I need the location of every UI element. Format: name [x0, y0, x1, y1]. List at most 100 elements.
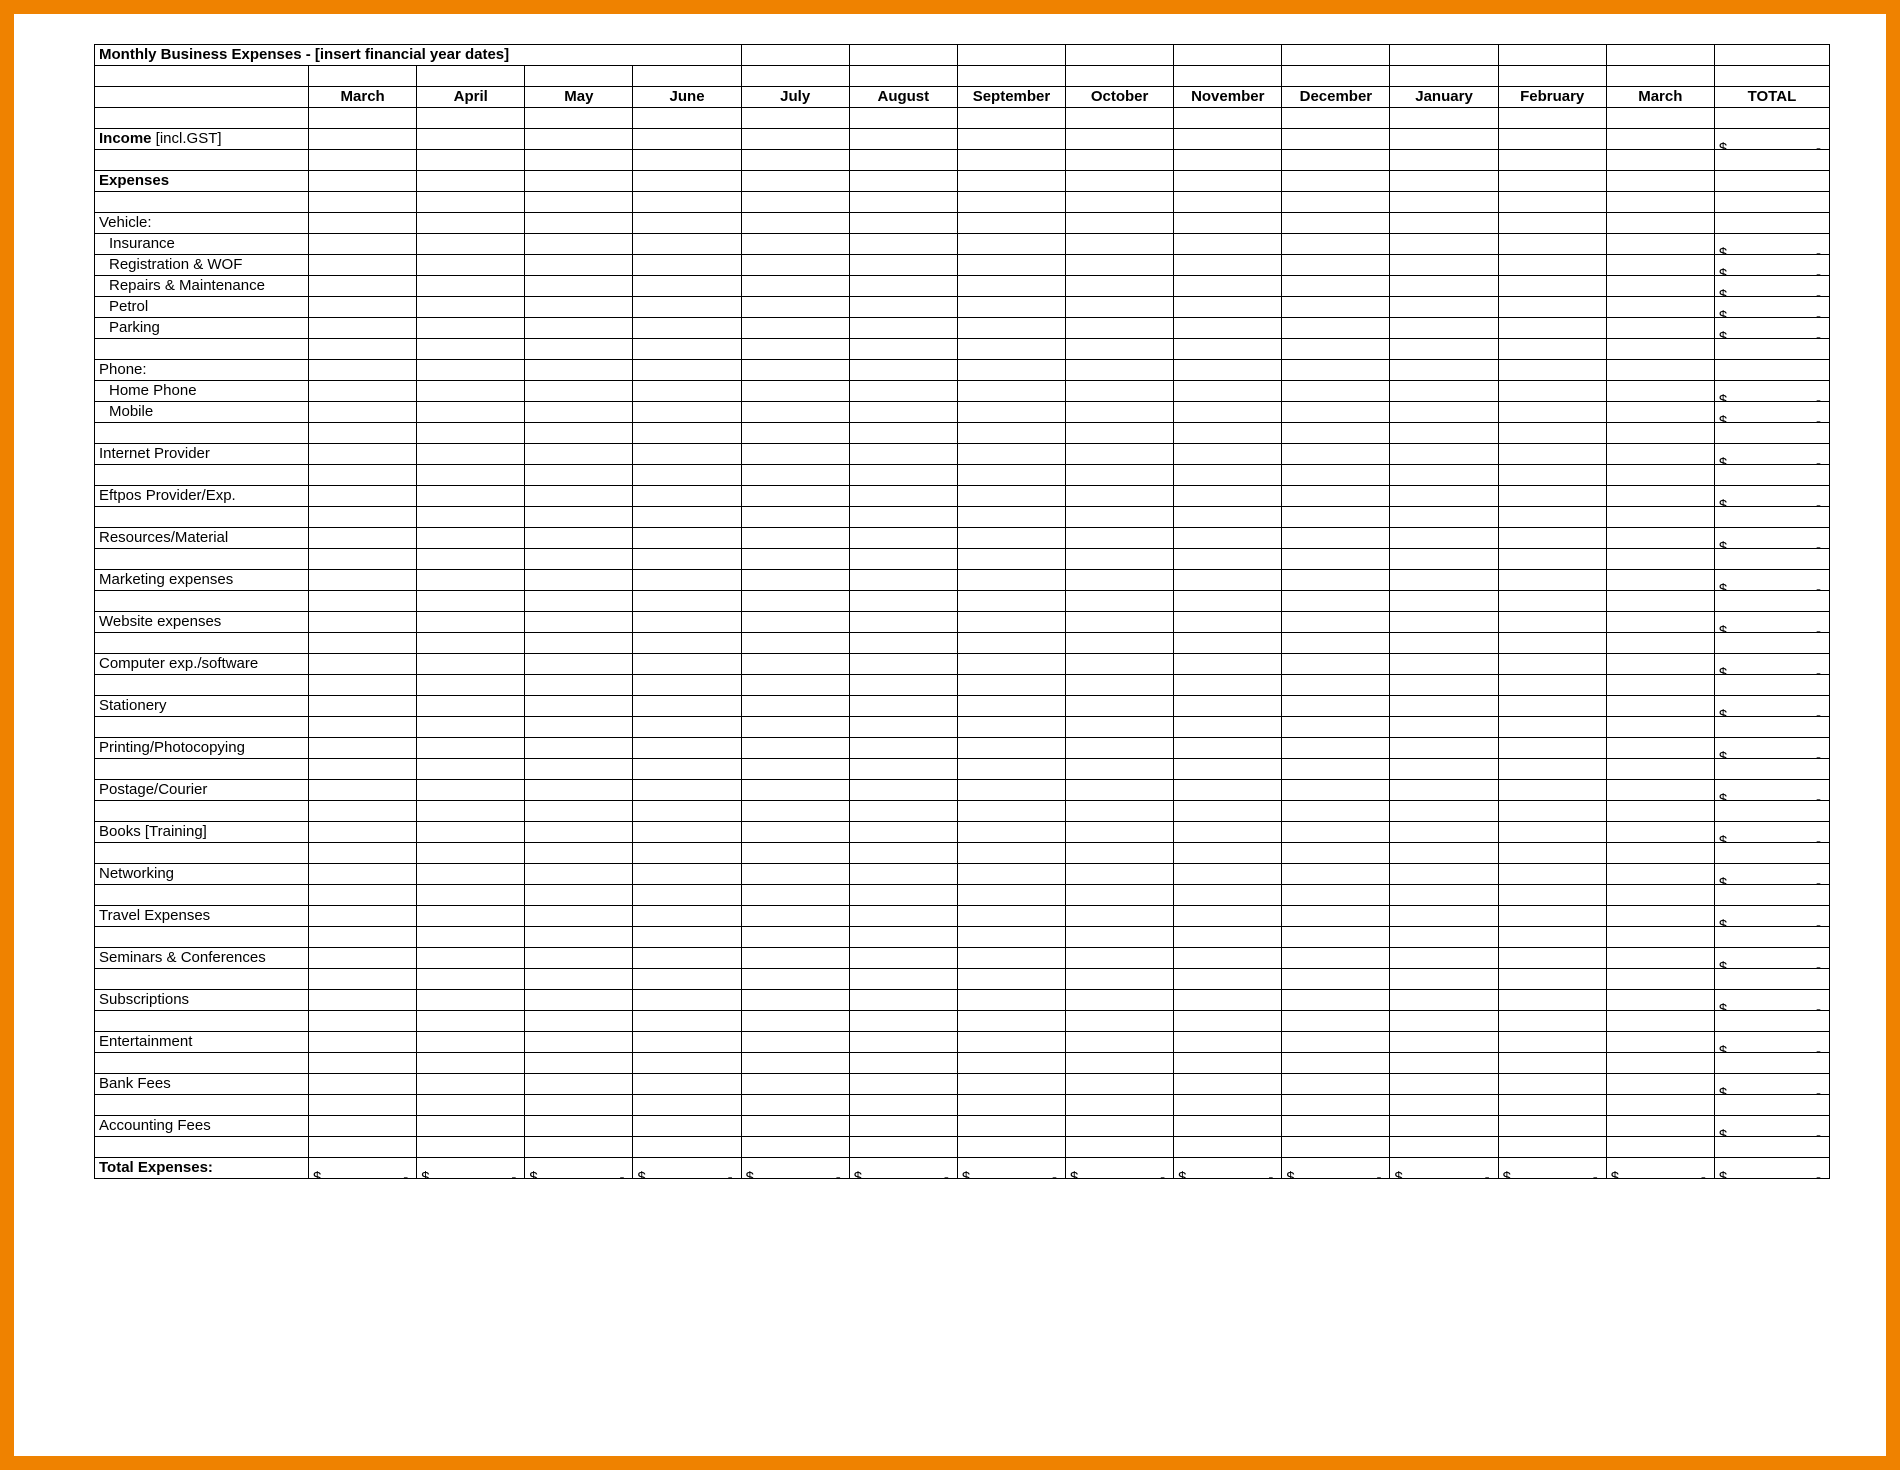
income-m4[interactable] — [741, 129, 849, 150]
line-1-m0[interactable] — [309, 486, 417, 507]
vehicle-0-m0[interactable] — [309, 234, 417, 255]
total-expenses-total[interactable]: $- — [1714, 1158, 1829, 1179]
line-7-m3[interactable] — [633, 738, 741, 759]
line-0-m10[interactable] — [1390, 444, 1498, 465]
vehicle-2-m12[interactable] — [1606, 276, 1714, 297]
line-8-m10[interactable] — [1390, 780, 1498, 801]
line-10-m4[interactable] — [741, 864, 849, 885]
line-8-m0[interactable] — [309, 780, 417, 801]
phone-0-m0[interactable] — [309, 381, 417, 402]
line-2-m12[interactable] — [1606, 528, 1714, 549]
expenses-header-m8[interactable] — [1174, 171, 1282, 192]
phone-0-m12[interactable] — [1606, 381, 1714, 402]
vehicle-1-m4[interactable] — [741, 255, 849, 276]
line-15-m3[interactable] — [633, 1074, 741, 1095]
phone-header-m11[interactable] — [1498, 360, 1606, 381]
vehicle-3-m5[interactable] — [849, 297, 957, 318]
vehicle-1-m8[interactable] — [1174, 255, 1282, 276]
vehicle-3-m10[interactable] — [1390, 297, 1498, 318]
expenses-header-m6[interactable] — [957, 171, 1065, 192]
line-4-m3[interactable] — [633, 612, 741, 633]
line-14-m8[interactable] — [1174, 1032, 1282, 1053]
vehicle-3-m12[interactable] — [1606, 297, 1714, 318]
vehicle-1-m5[interactable] — [849, 255, 957, 276]
line-15-m12[interactable] — [1606, 1074, 1714, 1095]
line-12-m12[interactable] — [1606, 948, 1714, 969]
line-13-m0[interactable] — [309, 990, 417, 1011]
line-11-m12[interactable] — [1606, 906, 1714, 927]
vehicle-2-m2[interactable] — [525, 276, 633, 297]
line-3-m8[interactable] — [1174, 570, 1282, 591]
total-expenses-m3[interactable]: $- — [633, 1158, 741, 1179]
line-12-m11[interactable] — [1498, 948, 1606, 969]
line-0-m7[interactable] — [1066, 444, 1174, 465]
vehicle-4-m10[interactable] — [1390, 318, 1498, 339]
line-7-m11[interactable] — [1498, 738, 1606, 759]
line-14-m12[interactable] — [1606, 1032, 1714, 1053]
vehicle-4-m2[interactable] — [525, 318, 633, 339]
line-2-m11[interactable] — [1498, 528, 1606, 549]
vehicle-2-m0[interactable] — [309, 276, 417, 297]
line-16-m5[interactable] — [849, 1116, 957, 1137]
line-16-m6[interactable] — [957, 1116, 1065, 1137]
line-4-m12[interactable] — [1606, 612, 1714, 633]
line-11-m3[interactable] — [633, 906, 741, 927]
phone-1-m8[interactable] — [1174, 402, 1282, 423]
line-10-m7[interactable] — [1066, 864, 1174, 885]
income-m1[interactable] — [417, 129, 525, 150]
line-3-m3[interactable] — [633, 570, 741, 591]
line-8-m3[interactable] — [633, 780, 741, 801]
line-7-m1[interactable] — [417, 738, 525, 759]
line-12-m9[interactable] — [1282, 948, 1390, 969]
line-16-m7[interactable] — [1066, 1116, 1174, 1137]
line-9-m3[interactable] — [633, 822, 741, 843]
line-8-m8[interactable] — [1174, 780, 1282, 801]
income-m3[interactable] — [633, 129, 741, 150]
line-3-m2[interactable] — [525, 570, 633, 591]
line-11-m9[interactable] — [1282, 906, 1390, 927]
vehicle-1-m12[interactable] — [1606, 255, 1714, 276]
vehicle-4-m12[interactable] — [1606, 318, 1714, 339]
phone-header-m9[interactable] — [1282, 360, 1390, 381]
income-m0[interactable] — [309, 129, 417, 150]
line-9-m6[interactable] — [957, 822, 1065, 843]
phone-0-m6[interactable] — [957, 381, 1065, 402]
vehicle-1-m7[interactable] — [1066, 255, 1174, 276]
line-2-m4[interactable] — [741, 528, 849, 549]
line-5-m1[interactable] — [417, 654, 525, 675]
line-0-m5[interactable] — [849, 444, 957, 465]
line-3-m6[interactable] — [957, 570, 1065, 591]
line-2-m2[interactable] — [525, 528, 633, 549]
line-1-m5[interactable] — [849, 486, 957, 507]
vehicle-0-m3[interactable] — [633, 234, 741, 255]
phone-header-m0[interactable] — [309, 360, 417, 381]
line-4-m6[interactable] — [957, 612, 1065, 633]
line-13-m6[interactable] — [957, 990, 1065, 1011]
line-7-m5[interactable] — [849, 738, 957, 759]
line-7-m7[interactable] — [1066, 738, 1174, 759]
phone-header-m5[interactable] — [849, 360, 957, 381]
vehicle-0-m12[interactable] — [1606, 234, 1714, 255]
line-14-total[interactable]: $- — [1714, 1032, 1829, 1053]
vehicle-3-m4[interactable] — [741, 297, 849, 318]
line-11-m2[interactable] — [525, 906, 633, 927]
line-10-m9[interactable] — [1282, 864, 1390, 885]
vehicle-2-m1[interactable] — [417, 276, 525, 297]
line-6-m5[interactable] — [849, 696, 957, 717]
line-15-m5[interactable] — [849, 1074, 957, 1095]
line-9-m7[interactable] — [1066, 822, 1174, 843]
total-expenses-m7[interactable]: $- — [1066, 1158, 1174, 1179]
line-16-m10[interactable] — [1390, 1116, 1498, 1137]
line-2-m10[interactable] — [1390, 528, 1498, 549]
phone-0-m1[interactable] — [417, 381, 525, 402]
line-6-m3[interactable] — [633, 696, 741, 717]
line-9-total[interactable]: $- — [1714, 822, 1829, 843]
line-2-m6[interactable] — [957, 528, 1065, 549]
line-5-m11[interactable] — [1498, 654, 1606, 675]
line-16-m12[interactable] — [1606, 1116, 1714, 1137]
phone-header-m6[interactable] — [957, 360, 1065, 381]
phone-1-m3[interactable] — [633, 402, 741, 423]
expenses-header-m4[interactable] — [741, 171, 849, 192]
line-1-m4[interactable] — [741, 486, 849, 507]
line-9-m10[interactable] — [1390, 822, 1498, 843]
